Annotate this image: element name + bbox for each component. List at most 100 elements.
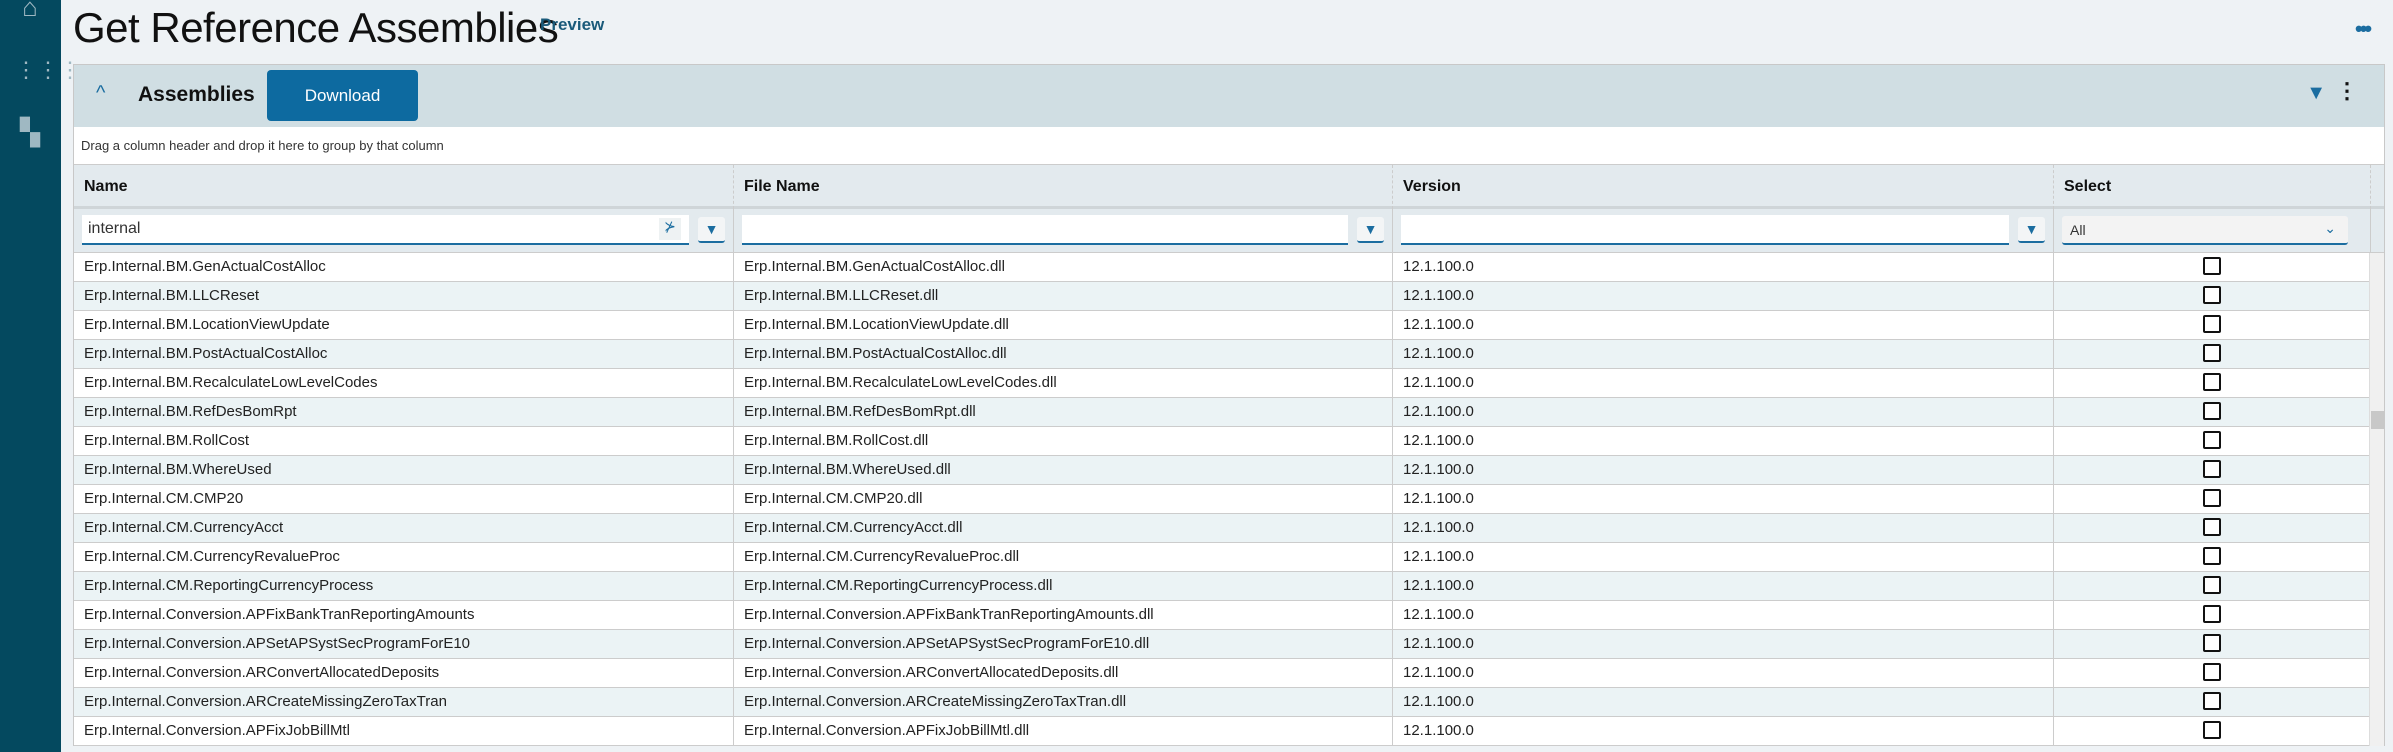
cell-file-name: Erp.Internal.Conversion.APSetAPSystSecPr…	[734, 630, 1393, 658]
cell-version: 12.1.100.0	[1393, 369, 2054, 397]
column-header-version[interactable]: Version	[1393, 165, 2054, 209]
select-filter-value: All	[2070, 222, 2086, 238]
version-filter-input[interactable]	[1401, 215, 2009, 245]
select-checkbox[interactable]	[2203, 721, 2221, 739]
select-checkbox[interactable]	[2203, 518, 2221, 536]
table-row[interactable]: Erp.Internal.BM.RollCost Erp.Internal.BM…	[74, 427, 2384, 456]
sidebar: ⌂ ⋮⋮⋮ ▚	[0, 0, 81, 752]
name-filter-button[interactable]: ▼	[698, 217, 725, 243]
cell-name: Erp.Internal.BM.RecalculateLowLevelCodes	[74, 369, 734, 397]
cell-file-name: Erp.Internal.BM.RefDesBomRpt.dll	[734, 398, 1393, 426]
table-row[interactable]: Erp.Internal.BM.RefDesBomRpt Erp.Interna…	[74, 398, 2384, 427]
collapse-chevron-icon[interactable]: ^	[96, 82, 105, 105]
column-header-select[interactable]: Select	[2054, 165, 2371, 209]
cell-name: Erp.Internal.BM.LocationViewUpdate	[74, 311, 734, 339]
table-row[interactable]: Erp.Internal.CM.CMP20 Erp.Internal.CM.CM…	[74, 485, 2384, 514]
select-checkbox[interactable]	[2203, 692, 2221, 710]
table-row[interactable]: Erp.Internal.Conversion.APFixBankTranRep…	[74, 601, 2384, 630]
scrollbar-thumb[interactable]	[2371, 411, 2384, 429]
table-row[interactable]: Erp.Internal.CM.ReportingCurrencyProcess…	[74, 572, 2384, 601]
select-checkbox[interactable]	[2203, 286, 2221, 304]
cell-version: 12.1.100.0	[1393, 282, 2054, 310]
cell-file-name: Erp.Internal.BM.GenActualCostAlloc.dll	[734, 253, 1393, 281]
cell-file-name: Erp.Internal.Conversion.ARConvertAllocat…	[734, 659, 1393, 687]
cell-version: 12.1.100.0	[1393, 572, 2054, 600]
column-header-file-name[interactable]: File Name	[734, 165, 1393, 209]
select-checkbox[interactable]	[2203, 663, 2221, 681]
name-filter-input[interactable]	[82, 215, 689, 245]
cell-version: 12.1.100.0	[1393, 601, 2054, 629]
cell-version: 12.1.100.0	[1393, 456, 2054, 484]
select-checkbox[interactable]	[2203, 547, 2221, 565]
select-checkbox[interactable]	[2203, 257, 2221, 275]
home-icon[interactable]: ⌂	[15, 0, 45, 22]
column-header-name[interactable]: Name	[74, 165, 734, 209]
select-checkbox[interactable]	[2203, 576, 2221, 594]
table-row[interactable]: Erp.Internal.BM.PostActualCostAlloc Erp.…	[74, 340, 2384, 369]
cell-file-name: Erp.Internal.BM.LLCReset.dll	[734, 282, 1393, 310]
cell-name: Erp.Internal.CM.CMP20	[74, 485, 734, 513]
cell-file-name: Erp.Internal.BM.PostActualCostAlloc.dll	[734, 340, 1393, 368]
cell-name: Erp.Internal.Conversion.APFixJobBillMtl	[74, 717, 734, 745]
cell-file-name: Erp.Internal.Conversion.APFixJobBillMtl.…	[734, 717, 1393, 745]
version-filter-button[interactable]: ▼	[2018, 217, 2045, 243]
panel-header: ^ Assemblies Download ▼ ⋮	[74, 65, 2384, 127]
table-row[interactable]: Erp.Internal.BM.LLCReset Erp.Internal.BM…	[74, 282, 2384, 311]
cell-name: Erp.Internal.BM.RollCost	[74, 427, 734, 455]
cell-version: 12.1.100.0	[1393, 630, 2054, 658]
file-name-filter-input[interactable]	[742, 215, 1348, 245]
panel-title: Assemblies	[138, 83, 255, 106]
table-row[interactable]: Erp.Internal.BM.GenActualCostAlloc Erp.I…	[74, 253, 2384, 282]
cell-file-name: Erp.Internal.CM.CMP20.dll	[734, 485, 1393, 513]
apps-grid-icon[interactable]: ⋮⋮⋮	[15, 55, 81, 85]
grid-body: Erp.Internal.BM.GenActualCostAlloc Erp.I…	[74, 253, 2384, 746]
chevron-down-icon: ⌄	[2324, 220, 2336, 236]
table-row[interactable]: Erp.Internal.Conversion.APSetAPSystSecPr…	[74, 630, 2384, 659]
cell-name: Erp.Internal.Conversion.ARCreateMissingZ…	[74, 688, 734, 716]
select-checkbox[interactable]	[2203, 605, 2221, 623]
cell-name: Erp.Internal.BM.RefDesBomRpt	[74, 398, 734, 426]
cell-name: Erp.Internal.Conversion.APSetAPSystSecPr…	[74, 630, 734, 658]
select-checkbox[interactable]	[2203, 344, 2221, 362]
vertical-scrollbar[interactable]	[2369, 253, 2384, 746]
select-filter-dropdown[interactable]: All ⌄	[2062, 216, 2348, 245]
select-checkbox[interactable]	[2203, 315, 2221, 333]
cell-version: 12.1.100.0	[1393, 717, 2054, 745]
cell-file-name: Erp.Internal.BM.LocationViewUpdate.dll	[734, 311, 1393, 339]
preview-badge: Preview	[540, 15, 605, 34]
table-row[interactable]: Erp.Internal.BM.WhereUsed Erp.Internal.B…	[74, 456, 2384, 485]
dashboard-icon[interactable]: ▚	[15, 117, 45, 147]
table-row[interactable]: Erp.Internal.Conversion.APFixJobBillMtl …	[74, 717, 2384, 746]
select-checkbox[interactable]	[2203, 489, 2221, 507]
filter-icon[interactable]: ▼	[2306, 82, 2326, 105]
clear-filter-icon[interactable]: ⊁	[659, 218, 681, 240]
table-row[interactable]: Erp.Internal.CM.CurrencyAcct Erp.Interna…	[74, 514, 2384, 543]
cell-name: Erp.Internal.BM.WhereUsed	[74, 456, 734, 484]
cell-name: Erp.Internal.CM.CurrencyRevalueProc	[74, 543, 734, 571]
cell-version: 12.1.100.0	[1393, 427, 2054, 455]
select-checkbox[interactable]	[2203, 431, 2221, 449]
more-options-icon[interactable]: •••	[2355, 16, 2372, 42]
select-checkbox[interactable]	[2203, 402, 2221, 420]
cell-name: Erp.Internal.Conversion.ARConvertAllocat…	[74, 659, 734, 687]
cell-version: 12.1.100.0	[1393, 514, 2054, 542]
select-checkbox[interactable]	[2203, 373, 2221, 391]
cell-file-name: Erp.Internal.CM.CurrencyAcct.dll	[734, 514, 1393, 542]
download-button[interactable]: Download	[267, 70, 418, 121]
table-row[interactable]: Erp.Internal.CM.CurrencyRevalueProc Erp.…	[74, 543, 2384, 572]
cell-version: 12.1.100.0	[1393, 398, 2054, 426]
group-by-area[interactable]: Drag a column header and drop it here to…	[74, 127, 2384, 165]
table-row[interactable]: Erp.Internal.BM.LocationViewUpdate Erp.I…	[74, 311, 2384, 340]
cell-version: 12.1.100.0	[1393, 659, 2054, 687]
filter-row: ⊁ ▼ ▼ ▼ All ⌄	[74, 209, 2384, 253]
table-row[interactable]: Erp.Internal.Conversion.ARConvertAllocat…	[74, 659, 2384, 688]
select-checkbox[interactable]	[2203, 460, 2221, 478]
cell-version: 12.1.100.0	[1393, 311, 2054, 339]
cell-version: 12.1.100.0	[1393, 688, 2054, 716]
cell-file-name: Erp.Internal.BM.WhereUsed.dll	[734, 456, 1393, 484]
table-row[interactable]: Erp.Internal.BM.RecalculateLowLevelCodes…	[74, 369, 2384, 398]
kebab-menu-icon[interactable]: ⋮	[2336, 78, 2358, 104]
file-name-filter-button[interactable]: ▼	[1357, 217, 1384, 243]
table-row[interactable]: Erp.Internal.Conversion.ARCreateMissingZ…	[74, 688, 2384, 717]
select-checkbox[interactable]	[2203, 634, 2221, 652]
